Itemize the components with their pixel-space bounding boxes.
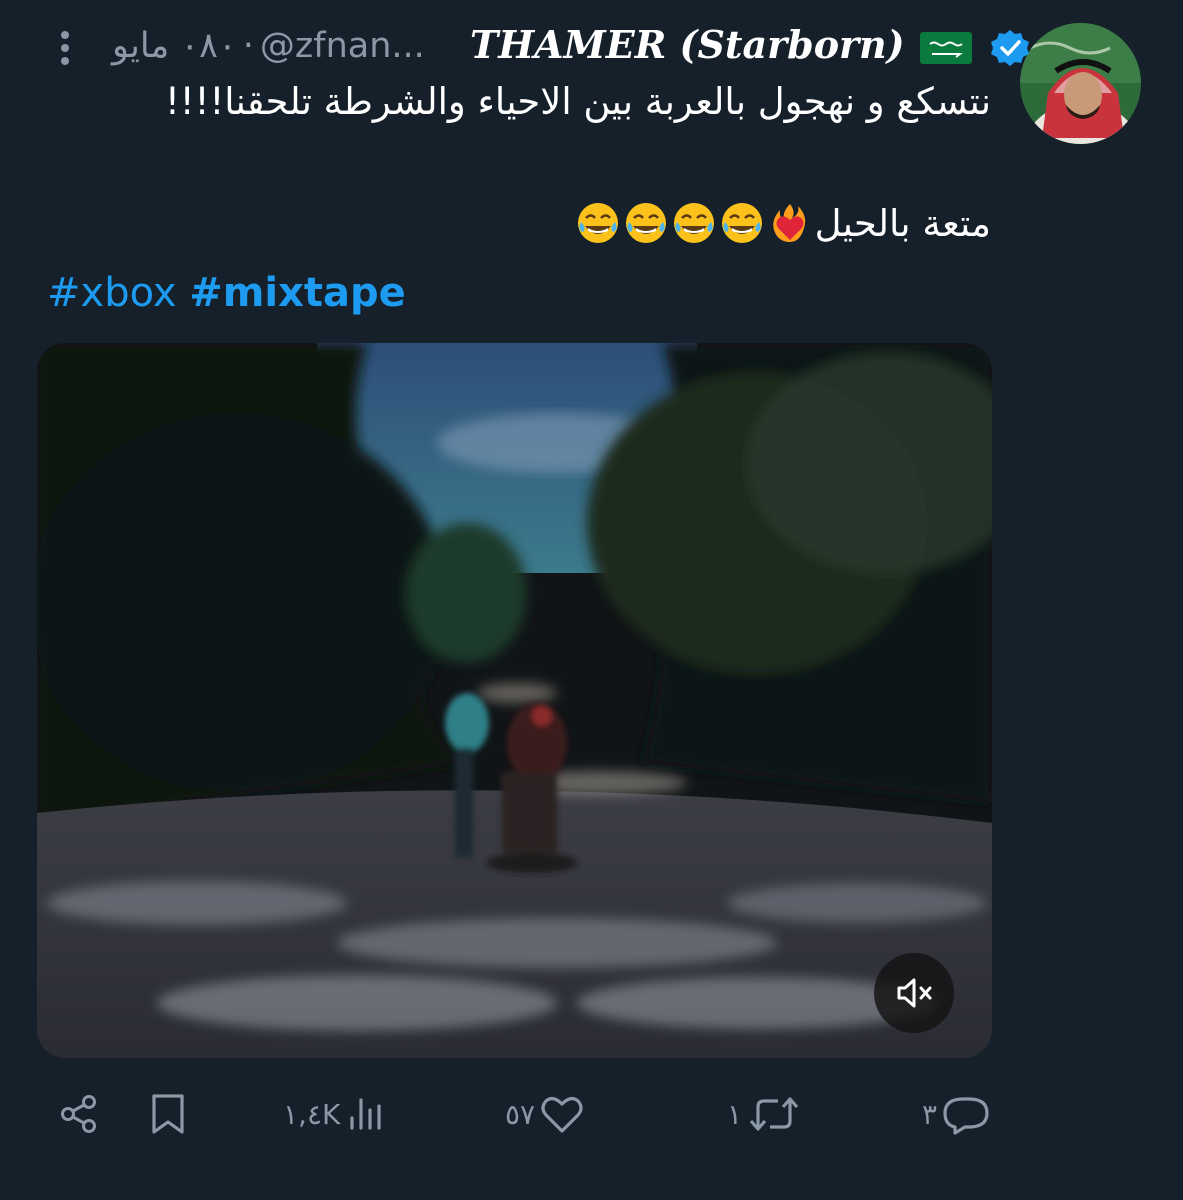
author-avatar[interactable] — [1020, 23, 1141, 144]
saudi-flag-icon — [920, 32, 972, 64]
tweet-video[interactable] — [37, 343, 992, 1058]
mute-toggle-button[interactable] — [874, 953, 954, 1033]
author-handle[interactable]: @zfnan... — [260, 26, 425, 66]
tweet-text-line-2: متعة بالحيل — [575, 200, 991, 246]
tweet-meta: ٠٨٠ مايو · @zfnan... — [112, 26, 425, 66]
views-count: ١,٤K — [283, 1097, 341, 1131]
speaker-muted-icon — [897, 978, 932, 1008]
like-icon — [541, 1097, 583, 1133]
verified-badge-icon — [990, 28, 1030, 68]
tears-of-joy-icon — [719, 200, 765, 246]
bookmark-icon — [152, 1094, 184, 1134]
reply-icon — [943, 1097, 989, 1135]
tears-of-joy-icon — [623, 200, 669, 246]
reply-button[interactable]: ٣ — [922, 1088, 989, 1140]
bookmark-button[interactable] — [150, 1088, 186, 1140]
retweets-count: ١ — [727, 1097, 743, 1131]
tweet-text-line-1: نتسكع و نهجول بالعربة بين الاحياء والشرط… — [164, 80, 991, 123]
views-icon — [350, 1098, 381, 1130]
replies-count: ٣ — [922, 1097, 938, 1131]
views-button[interactable]: ١,٤K — [283, 1088, 386, 1140]
author-display-name[interactable]: THAMER (Starborn) — [470, 22, 905, 67]
hashtag-xbox[interactable]: #xbox — [47, 270, 177, 316]
more-options-button[interactable] — [54, 30, 76, 66]
tears-of-joy-icon — [575, 200, 621, 246]
tears-of-joy-icon — [671, 200, 717, 246]
tweet-date[interactable]: ٠٨٠ مايو — [112, 26, 237, 66]
share-button[interactable] — [58, 1088, 100, 1140]
video-frame — [37, 343, 992, 1058]
retweet-button[interactable]: ١ — [727, 1088, 802, 1140]
share-icon — [61, 1095, 96, 1133]
hashtags: #xbox #mixtape — [47, 270, 406, 316]
tweet-text-line-2-text: متعة بالحيل — [814, 201, 991, 245]
likes-count: ٥٧ — [505, 1097, 536, 1131]
like-button[interactable]: ٥٧ — [505, 1088, 585, 1140]
tweet-header: ٠٨٠ مايو · @zfnan... THAMER (Starborn) — [40, 22, 1029, 74]
retweet-icon — [749, 1097, 799, 1131]
hashtag-mixtape[interactable]: #mixtape — [189, 270, 406, 316]
more-vertical-icon — [61, 31, 69, 65]
heart-on-fire-icon — [767, 200, 813, 246]
